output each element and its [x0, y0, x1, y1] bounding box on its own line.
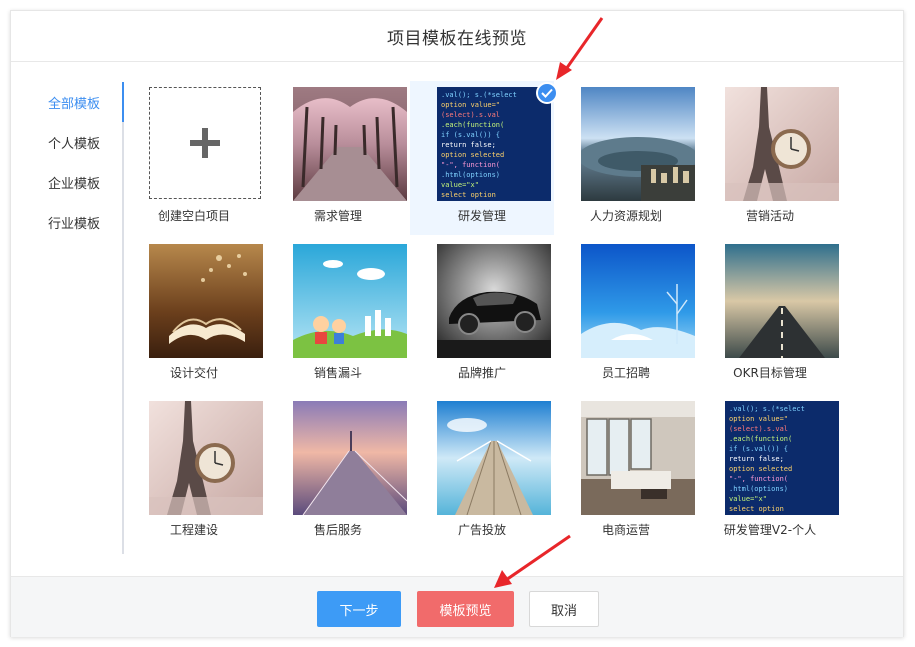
- template-card[interactable]: 需求管理: [266, 81, 410, 235]
- svg-text:option selected: option selected: [729, 465, 792, 473]
- template-card[interactable]: 人力资源规划: [554, 81, 698, 235]
- sidebar-item-personal[interactable]: 个人模板: [11, 122, 122, 162]
- svg-text:(select).s.val: (select).s.val: [441, 111, 500, 119]
- svg-text:select option: select option: [729, 505, 784, 513]
- template-card[interactable]: 设计交付: [122, 238, 266, 392]
- template-label: OKR目标管理: [733, 366, 807, 380]
- template-label: 电商运营: [601, 523, 650, 537]
- cancel-button[interactable]: 取消: [529, 591, 599, 627]
- svg-text:.html(options): .html(options): [441, 171, 500, 179]
- template-thumbnail-blue-landscape: [581, 244, 695, 358]
- svg-text:.each(function(: .each(function(: [729, 435, 792, 443]
- template-category-sidebar: 全部模板 个人模板 企业模板 行业模板: [11, 82, 124, 554]
- template-label: 需求管理: [313, 209, 362, 223]
- template-label: 研发管理: [457, 209, 506, 223]
- svg-text:if (s.val()) {: if (s.val()) {: [441, 131, 500, 139]
- svg-text:option value=": option value=": [729, 415, 788, 423]
- svg-text:return false;: return false;: [441, 141, 496, 149]
- svg-text:.val(); s.(*select: .val(); s.(*select: [729, 405, 805, 413]
- template-card[interactable]: OKR目标管理: [698, 238, 842, 392]
- svg-text:value="x": value="x": [729, 495, 767, 503]
- template-preview-button[interactable]: 模板预览: [417, 591, 514, 627]
- template-label: 工程建设: [169, 523, 218, 537]
- template-thumbnail-open-book: [149, 244, 263, 358]
- template-label: 创建空白项目: [157, 209, 230, 223]
- next-step-button[interactable]: 下一步: [317, 591, 401, 627]
- blank-project-box: [149, 87, 261, 199]
- template-thumbnail-pier-sunset: [293, 401, 407, 515]
- plus-icon: [190, 128, 220, 158]
- template-thumbnail-code-screen: .val(); s.(*select option value=" (selec…: [725, 401, 839, 515]
- template-thumbnail-road-horizon: [725, 244, 839, 358]
- template-thumbnail-eiffel-clock: [149, 401, 263, 515]
- template-card[interactable]: 电商运营: [554, 395, 698, 549]
- template-card[interactable]: 品牌推广: [410, 238, 554, 392]
- template-card[interactable]: 销售漏斗: [266, 238, 410, 392]
- template-label: 研发管理V2-个人: [723, 523, 817, 537]
- template-thumbnail-pier-sea: [437, 401, 551, 515]
- template-label: 销售漏斗: [313, 366, 362, 380]
- template-card-blank[interactable]: 创建空白项目: [122, 81, 266, 235]
- template-preview-dialog: 项目模板在线预览 全部模板 个人模板 企业模板 行业模板 创建空白项目 需求管理…: [10, 10, 904, 637]
- template-thumbnail-cherry-blossom-avenue: [293, 87, 407, 201]
- dialog-title: 项目模板在线预览: [387, 28, 527, 49]
- sidebar-item-industry[interactable]: 行业模板: [11, 202, 122, 242]
- template-label: 广告投放: [457, 523, 506, 537]
- svg-text:(select).s.val: (select).s.val: [729, 425, 788, 433]
- template-card[interactable]: 售后服务: [266, 395, 410, 549]
- dialog-footer: 下一步 模板预览 取消: [11, 576, 903, 637]
- template-thumbnail-sports-car: [437, 244, 551, 358]
- dialog-header: 项目模板在线预览: [11, 11, 903, 62]
- svg-text:"-", function(: "-", function(: [729, 475, 788, 483]
- svg-text:.each(function(: .each(function(: [441, 121, 504, 129]
- sidebar-item-all[interactable]: 全部模板: [11, 82, 124, 122]
- check-icon: [541, 88, 553, 98]
- template-card[interactable]: 工程建设: [122, 395, 266, 549]
- svg-text:select option: select option: [441, 191, 496, 199]
- template-card[interactable]: .val(); s.(*select option value=" (selec…: [698, 395, 842, 549]
- svg-text:if (s.val()) {: if (s.val()) {: [729, 445, 788, 453]
- svg-text:return false;: return false;: [729, 455, 784, 463]
- template-card[interactable]: 营销活动: [698, 81, 842, 235]
- sidebar-item-enterprise[interactable]: 企业模板: [11, 162, 122, 202]
- template-label: 品牌推广: [457, 366, 506, 380]
- template-thumbnail-eiffel-clock: [725, 87, 839, 201]
- template-card-selected[interactable]: .val(); s.(*select option value=" (selec…: [410, 81, 558, 235]
- template-thumbnail-cartoon-kids: [293, 244, 407, 358]
- template-label: 营销活动: [745, 209, 794, 223]
- svg-text:value="x": value="x": [441, 181, 479, 189]
- svg-text:.html(options): .html(options): [729, 485, 788, 493]
- template-label: 人力资源规划: [589, 209, 662, 223]
- template-label: 员工招聘: [601, 366, 650, 380]
- template-thumbnail-code-screen: .val(); s.(*select option value=" (selec…: [437, 87, 551, 201]
- template-thumbnail-living-room: [581, 401, 695, 515]
- svg-text:"-", function(: "-", function(: [441, 161, 500, 169]
- svg-text:option selected: option selected: [441, 151, 504, 159]
- template-label: 设计交付: [169, 366, 218, 380]
- template-label: 售后服务: [313, 523, 362, 537]
- template-card[interactable]: 广告投放: [410, 395, 554, 549]
- template-thumbnail-aerial-city: [581, 87, 695, 201]
- template-card[interactable]: 员工招聘: [554, 238, 698, 392]
- svg-text:.val(); s.(*select: .val(); s.(*select: [441, 91, 517, 99]
- svg-text:option value=": option value=": [441, 101, 500, 109]
